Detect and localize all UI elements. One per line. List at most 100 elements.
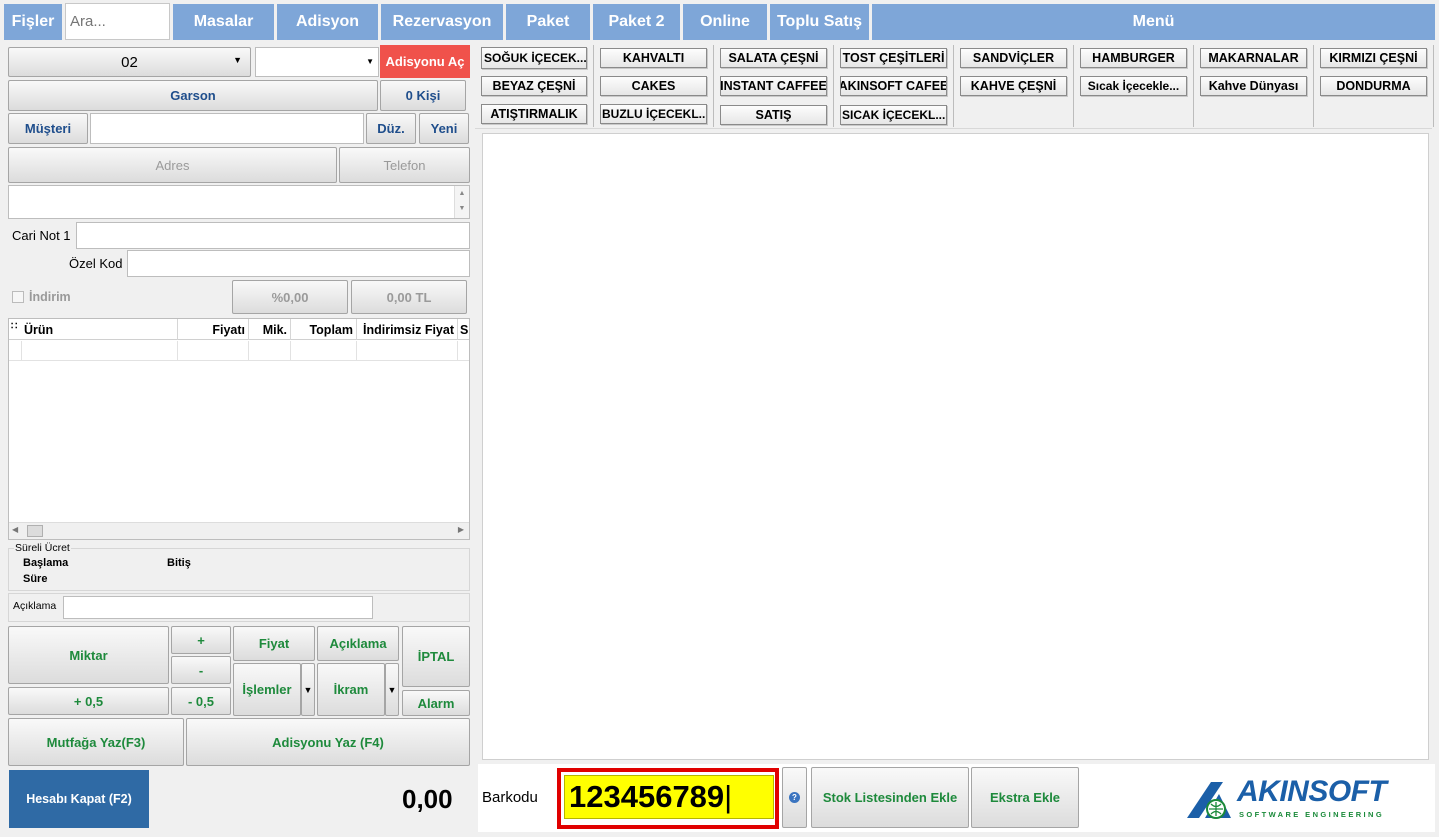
category-button[interactable]: MAKARNALAR (1200, 48, 1307, 68)
fiyat-button[interactable]: Fiyat (233, 626, 315, 661)
textarea-scrollbar[interactable]: ▲ ▼ (454, 186, 469, 218)
category-button[interactable]: KAHVE ÇEŞNİ (960, 76, 1067, 96)
category-button[interactable]: ATIŞTIRMALIK (481, 104, 587, 124)
cari-not-input[interactable] (76, 222, 470, 249)
aciklama-input[interactable] (63, 596, 373, 619)
adisyonu-yaz-button[interactable]: Adisyonu Yaz (F4) (186, 718, 470, 766)
grid-horizontal-scrollbar[interactable]: ◀ ▶ (9, 522, 469, 539)
tab-masalar[interactable]: Masalar (173, 4, 274, 40)
scroll-thumb[interactable] (27, 525, 43, 537)
tab-fisler[interactable]: Fişler (4, 4, 62, 40)
category-button[interactable]: AKINSOFT CAFEE (840, 76, 947, 96)
chevron-down-icon: ▼ (366, 57, 374, 66)
kisi-button[interactable]: 0 Kişi (380, 80, 466, 111)
musteri-button[interactable]: Müşteri (8, 113, 88, 144)
category-button[interactable]: SICAK İÇECEKL... (840, 105, 947, 125)
indirim-checkbox[interactable] (12, 291, 24, 303)
scroll-right-icon[interactable]: ▶ (458, 525, 464, 534)
grid-header-mik[interactable]: Mik. (249, 319, 291, 340)
bitis-label: Bitiş (167, 557, 191, 569)
grid-header-s[interactable]: S (458, 319, 469, 340)
duzenle-button[interactable]: Düz. (366, 113, 416, 144)
category-button[interactable]: TOST ÇEŞİTLERİ (840, 48, 947, 68)
category-button[interactable]: BUZLU İÇECEKL... (600, 104, 707, 124)
tab-paket2[interactable]: Paket 2 (593, 4, 680, 40)
tab-menu[interactable]: Menü (872, 4, 1435, 40)
category-separator (593, 45, 594, 127)
category-button[interactable]: KIRMIZI ÇEŞNİ (1320, 48, 1427, 68)
logo-subtitle: SOFTWARE ENGINEERING (1239, 810, 1385, 819)
mutfaga-yaz-button[interactable]: Mutfağa Yaz(F3) (8, 718, 184, 766)
akinsoft-logo-mark (1187, 782, 1231, 819)
islemler-dropdown-icon[interactable]: ▼ (301, 663, 315, 716)
aciklama-button[interactable]: Açıklama (317, 626, 399, 661)
text-cursor: | (724, 779, 733, 814)
table-select[interactable]: 02 ▼ (8, 47, 251, 77)
category-separator (713, 45, 714, 127)
indirim-label: İndirim (29, 290, 71, 304)
tab-paket[interactable]: Paket (506, 4, 590, 40)
scroll-left-icon[interactable]: ◀ (12, 525, 18, 534)
chevron-down-icon: ▼ (233, 55, 242, 65)
category-button[interactable]: SALATA ÇEŞNİ (720, 48, 827, 68)
not-textarea[interactable]: ▲ ▼ (8, 185, 470, 219)
category-button[interactable]: INSTANT CAFFEE (720, 76, 827, 96)
alarm-button[interactable]: Alarm (402, 690, 470, 716)
ikram-dropdown-icon[interactable]: ▼ (385, 663, 399, 716)
category-button[interactable]: BEYAZ ÇEŞNİ (481, 76, 587, 96)
plus-half-button[interactable]: + 0,5 (8, 687, 169, 715)
barcode-help-button[interactable]: ? (782, 767, 807, 828)
category-button[interactable]: HAMBURGER (1080, 48, 1187, 68)
barcode-input[interactable]: 123456789| (564, 775, 774, 819)
secondary-select[interactable]: ▼ (255, 47, 379, 77)
category-button[interactable]: KAHVALTI (600, 48, 707, 68)
minus-button[interactable]: - (171, 656, 231, 684)
indirim-percent-button[interactable]: %0,00 (232, 280, 348, 314)
sureli-ucret-group (8, 548, 470, 591)
grid-header-fiyati[interactable]: Fiyatı (178, 319, 249, 340)
tab-rezervasyon[interactable]: Rezervasyon (381, 4, 503, 40)
aciklama-label: Açıklama (13, 600, 57, 612)
tab-online[interactable]: Online (683, 4, 767, 40)
category-separator (1073, 45, 1074, 127)
table-row[interactable] (9, 341, 469, 361)
minus-half-button[interactable]: - 0,5 (171, 687, 231, 715)
adres-button[interactable]: Adres (8, 147, 337, 183)
tab-toplu-satis[interactable]: Toplu Satış (770, 4, 869, 40)
barkodu-label: Barkodu (482, 789, 538, 806)
category-button[interactable]: Sıcak İçecekle... (1080, 76, 1187, 96)
search-input[interactable] (65, 3, 170, 40)
ozel-kod-input[interactable] (127, 250, 470, 277)
tab-adisyon[interactable]: Adisyon (277, 4, 378, 40)
category-button[interactable]: SANDVİÇLER (960, 48, 1067, 68)
indirim-tl-button[interactable]: 0,00 TL (351, 280, 467, 314)
islemler-button[interactable]: İşlemler (233, 663, 301, 716)
adisyonu-ac-button[interactable]: Adisyonu Aç (380, 45, 470, 78)
grid-header-indirimsiz-fiyat[interactable]: İndirimsiz Fiyat (357, 319, 458, 340)
sureli-ucret-label: Süreli Ücret (14, 542, 71, 554)
ozel-kod-label: Özel Kod (69, 256, 123, 271)
category-button[interactable]: Kahve Dünyası (1200, 76, 1307, 96)
category-button[interactable]: SOĞUK İÇECEK... (481, 47, 587, 69)
total-amount: 0,00 (402, 784, 453, 814)
garson-button[interactable]: Garson (8, 80, 378, 111)
yeni-button[interactable]: Yeni (419, 113, 469, 144)
grid-header-urun[interactable]: Ürün (22, 319, 178, 340)
iptal-button[interactable]: İPTAL (402, 626, 470, 687)
category-button[interactable]: SATIŞ (720, 105, 827, 125)
category-separator (1433, 45, 1434, 127)
category-button[interactable]: DONDURMA (1320, 76, 1427, 96)
ekstra-ekle-button[interactable]: Ekstra Ekle (971, 767, 1079, 828)
ikram-button[interactable]: İkram (317, 663, 385, 716)
logo-text: AKINSOFT (1237, 775, 1387, 808)
stok-listesinden-ekle-button[interactable]: Stok Listesinden Ekle (811, 767, 969, 828)
category-button[interactable]: CAKES (600, 76, 707, 96)
miktar-button[interactable]: Miktar (8, 626, 169, 684)
grid-header-toplam[interactable]: Toplam (291, 319, 357, 340)
plus-button[interactable]: + (171, 626, 231, 654)
musteri-input[interactable] (90, 113, 364, 144)
hesabi-kapat-button[interactable]: Hesabı Kapat (F2) (9, 770, 149, 828)
telefon-button[interactable]: Telefon (339, 147, 470, 183)
category-separator (953, 45, 954, 127)
cari-not-label: Cari Not 1 (12, 228, 71, 243)
